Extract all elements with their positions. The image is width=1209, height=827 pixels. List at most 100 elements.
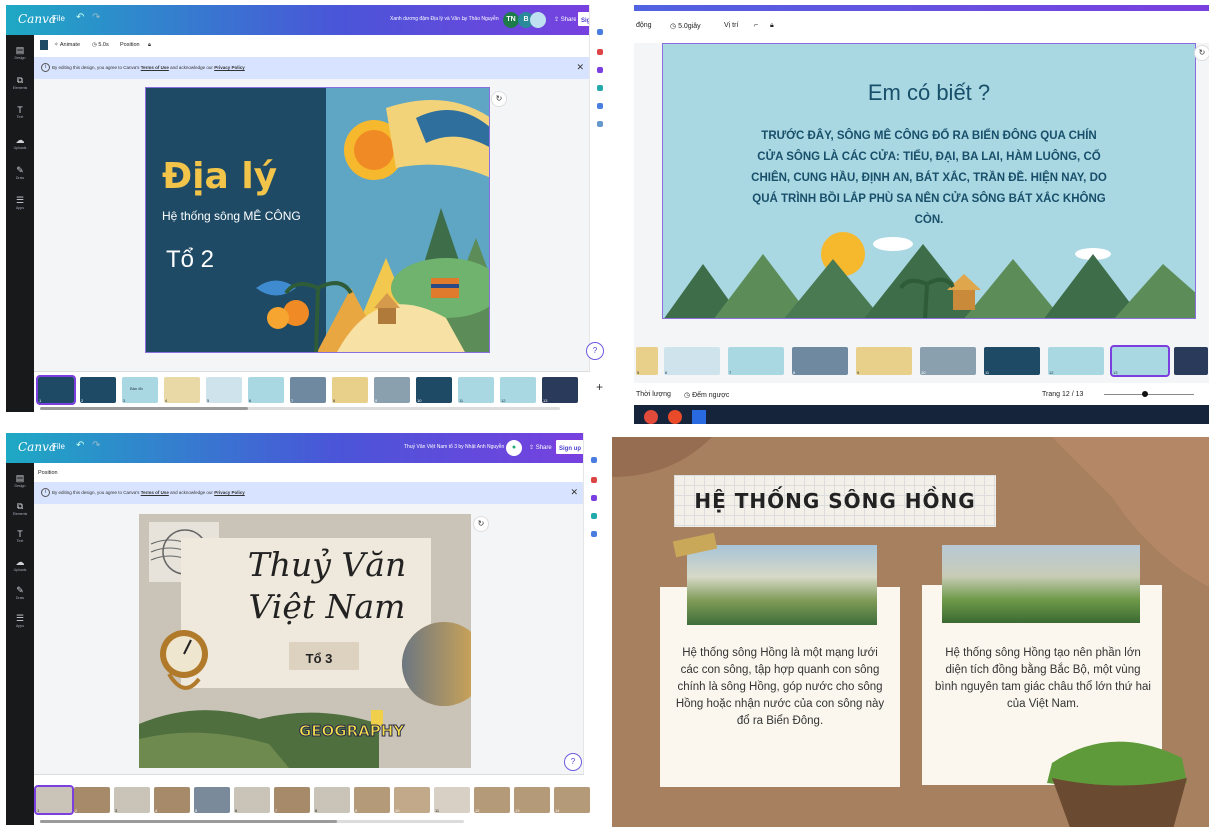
extension-icon[interactable] [591, 513, 597, 519]
page-thumbnail[interactable]: 3 [114, 787, 150, 813]
page-thumbnail[interactable]: 12 [500, 377, 536, 403]
extension-icon[interactable] [591, 495, 597, 501]
terms-link[interactable]: Terms of Use [141, 65, 169, 70]
extension-icon[interactable] [591, 457, 597, 463]
document-title[interactable]: Thuỷ Văn Việt Nam tổ 3 by Nhật Anh Nguyễ… [404, 444, 504, 450]
close-icon[interactable]: ✕ [576, 62, 584, 73]
page-thumbnail[interactable]: 4 [164, 377, 200, 403]
page-thumbnail[interactable]: 11 [984, 347, 1040, 375]
add-page-button[interactable]: + [596, 380, 603, 394]
page-thumbnail[interactable]: 13 [514, 787, 550, 813]
left-card-text[interactable]: Hệ thống sông Hồng là một mạng lưới các … [674, 645, 886, 730]
avatar[interactable]: TN [503, 12, 519, 28]
page-thumbnail[interactable]: 9 [374, 377, 410, 403]
file-menu[interactable]: File [52, 442, 65, 451]
slide-canvas[interactable]: Em có biết ? TRƯỚC ĐÂY, SÔNG MÊ CÔNG ĐỔ … [662, 43, 1196, 319]
sidebar-item-uploads[interactable]: ☁ Uploads [6, 135, 34, 150]
page-thumbnail[interactable]: 3 Bản đồ [122, 377, 158, 403]
geography-sticker[interactable]: GEOGRAPHY [298, 722, 404, 741]
refresh-icon[interactable]: ↻ [473, 516, 489, 532]
redo-icon[interactable]: ↷ [92, 12, 100, 23]
sidebar-item-apps[interactable]: ☰ Apps [6, 195, 34, 210]
position-button[interactable]: Position [38, 470, 58, 476]
page-thumbnail[interactable]: 12 [474, 787, 510, 813]
help-icon[interactable]: ? [586, 342, 604, 360]
animate-button[interactable]: động [636, 22, 652, 29]
page-thumbnail[interactable]: 5 [206, 377, 242, 403]
page-thumbnail[interactable]: 7 [290, 377, 326, 403]
zoom-slider[interactable] [1104, 394, 1194, 395]
duration-button[interactable]: ◷ 5.0giây [670, 22, 701, 30]
slide-subtitle[interactable]: Hệ thống sông MÊ CÔNG [162, 209, 301, 223]
duration-button[interactable]: ◷ 5.0s [92, 42, 109, 48]
page-thumbnail[interactable]: 10 [416, 377, 452, 403]
canva-logo[interactable]: Canva [18, 440, 56, 454]
page-thumbnail[interactable]: 5 [194, 787, 230, 813]
sidebar-item-draw[interactable]: ✎ Draw [6, 165, 34, 180]
zoom-slider-handle[interactable] [1142, 391, 1148, 397]
page-thumbnail[interactable]: 11 [434, 787, 470, 813]
app-icon[interactable] [668, 410, 682, 424]
extension-icon[interactable] [591, 531, 597, 537]
page-thumbnail[interactable]: 10 [394, 787, 430, 813]
countdown-control[interactable]: ◷ Đếm ngược [684, 391, 729, 399]
refresh-icon[interactable]: ↻ [491, 91, 507, 107]
sidebar-item-uploads[interactable]: ☁ Uploads [6, 557, 34, 572]
sidebar-item-elements[interactable]: ⧉ Elements [6, 501, 34, 516]
slide-group-label[interactable]: Tổ 2 [166, 246, 214, 274]
sidebar-item-draw[interactable]: ✎ Draw [6, 585, 34, 600]
page-thumbnail[interactable]: 7 [728, 347, 784, 375]
privacy-link[interactable]: Privacy Policy [214, 65, 245, 70]
chrome-icon[interactable] [644, 410, 658, 424]
help-icon[interactable]: ? [564, 753, 582, 771]
extension-icon[interactable] [597, 29, 603, 35]
slide-title[interactable]: Thuỷ Văn Việt Nam [237, 544, 417, 628]
position-button[interactable]: Vị trí [724, 22, 738, 29]
document-title[interactable]: Xanh dương đậm Địa lý và Văn ... [390, 16, 466, 22]
lock-icon[interactable]: 🔒︎ [770, 22, 774, 30]
extension-icon[interactable] [597, 85, 603, 91]
right-card-text[interactable]: Hệ thống sông Hồng tạo nên phần lớn diện… [934, 645, 1152, 713]
extension-icon[interactable] [597, 121, 603, 127]
page-thumbnail[interactable]: 6 [234, 787, 270, 813]
page-thumbnail[interactable]: 10 [920, 347, 976, 375]
slide-group-label[interactable]: Tổ 3 [289, 651, 349, 666]
page-thumbnail[interactable]: 8 [332, 377, 368, 403]
page-thumbnail[interactable]: 6 [248, 377, 284, 403]
sidebar-item-text[interactable]: T Text [6, 105, 34, 119]
page-thumbnail[interactable]: 6 [664, 347, 720, 375]
extension-icon[interactable] [597, 49, 603, 55]
thumbnail-scrollbar[interactable] [40, 820, 464, 823]
privacy-link[interactable]: Privacy Policy [214, 490, 245, 495]
page-thumbnail[interactable]: 12 [1048, 347, 1104, 375]
undo-icon[interactable]: ↶ [76, 440, 84, 451]
sidebar-item-text[interactable]: T Text [6, 529, 34, 543]
page-thumbnail[interactable]: 14 [554, 787, 590, 813]
slide-title[interactable]: Địa lý [162, 156, 277, 197]
thumbnail-scrollbar[interactable] [40, 407, 560, 410]
avatar[interactable]: ● [506, 440, 522, 456]
page-thumbnail[interactable]: 5 [636, 347, 658, 375]
slide-canvas[interactable]: Thuỷ Văn Việt Nam Tổ 3 GEOGRAPHY [139, 514, 471, 768]
share-button[interactable]: ⇪ Share [526, 440, 555, 456]
page-thumbnail[interactable]: 11 [458, 377, 494, 403]
position-button[interactable]: Position [120, 42, 140, 48]
app-icon[interactable] [692, 410, 706, 424]
page-thumbnail[interactable]: 2 [74, 787, 110, 813]
file-menu[interactable]: File [52, 14, 65, 23]
slide-canvas[interactable]: Địa lý Hệ thống sông MÊ CÔNG Tổ 2 [145, 87, 490, 353]
extension-icon[interactable] [597, 103, 603, 109]
redo-icon[interactable]: ↷ [92, 440, 100, 451]
duration-control[interactable]: Thời lượng [636, 391, 671, 398]
canva-logo[interactable]: Canva [18, 12, 56, 26]
slide-title[interactable]: HỆ THỐNG SÔNG HỒNG [674, 489, 996, 513]
page-thumbnail[interactable]: 4 [154, 787, 190, 813]
paint-roller-icon[interactable]: ⌐ [754, 22, 758, 29]
color-swatch[interactable] [40, 40, 48, 50]
extension-icon[interactable] [597, 67, 603, 73]
page-thumbnail[interactable]: 8 [792, 347, 848, 375]
page-thumbnail[interactable]: 1 [36, 375, 76, 405]
sidebar-item-elements[interactable]: ⧉ Elements [6, 75, 34, 90]
page-thumbnail[interactable]: 13 [1110, 345, 1170, 377]
sign-up-button[interactable]: Sign up [554, 438, 586, 456]
